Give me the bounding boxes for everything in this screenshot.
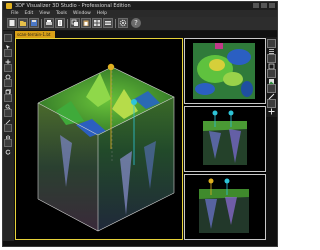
main-toolbar: ? (3, 17, 277, 31)
reset-icon[interactable] (4, 139, 12, 155)
title-bar[interactable]: 3DF Visualizer 3D Studio - Professional … (3, 2, 277, 10)
toolbar-separator (115, 19, 116, 28)
wand-icon[interactable] (4, 109, 12, 125)
maximize-button[interactable] (261, 3, 267, 8)
select-icon[interactable] (4, 34, 12, 50)
location-marker-cyan[interactable] (228, 110, 234, 116)
window-controls (253, 3, 275, 8)
new-icon[interactable] (7, 18, 17, 28)
tab-document-label: scan-terrain-1.bt (17, 32, 51, 37)
move-icon[interactable] (4, 49, 12, 65)
toolbar-separator (41, 19, 42, 28)
edit-icon[interactable] (267, 84, 276, 100)
open-icon[interactable] (18, 18, 28, 28)
close-button[interactable] (269, 3, 275, 8)
menu-tools[interactable]: Tools (53, 10, 70, 17)
grid-icon[interactable] (92, 18, 102, 28)
zoom-icon[interactable] (4, 94, 12, 110)
help-icon[interactable]: ? (131, 18, 141, 28)
minimize-button[interactable] (253, 3, 259, 8)
left-tool-palette (3, 31, 14, 241)
location-marker-yellow[interactable] (208, 178, 214, 184)
copy-icon[interactable] (70, 18, 80, 28)
save-icon[interactable] (29, 18, 39, 28)
profile-render (199, 178, 249, 233)
menu-bar: File Edit View Tools Window Help (3, 10, 277, 17)
document-icon[interactable] (55, 18, 65, 28)
cross-icon[interactable] (267, 99, 276, 115)
toolbar-separator (67, 19, 68, 28)
menu-edit[interactable]: Edit (22, 10, 37, 17)
menu-view[interactable]: View (36, 10, 53, 17)
location-marker-cyan[interactable] (131, 99, 137, 105)
location-marker-cyan[interactable] (212, 110, 218, 116)
3d-viewport[interactable] (15, 38, 183, 240)
location-marker-cyan[interactable] (224, 178, 230, 184)
app-window: 3DF Visualizer 3D Studio - Professional … (2, 1, 278, 247)
cube-icon[interactable] (4, 79, 12, 95)
view-icon[interactable] (267, 54, 276, 70)
rotate-icon[interactable] (4, 64, 12, 80)
paste-icon[interactable] (81, 18, 91, 28)
menu-window[interactable]: Window (70, 10, 94, 17)
gear-icon[interactable] (118, 18, 128, 28)
profile-view-1[interactable] (184, 106, 266, 172)
pan-icon[interactable] (4, 124, 12, 139)
list-icon[interactable] (267, 39, 276, 54)
top-view-map[interactable] (184, 38, 266, 104)
marker-region (215, 43, 223, 49)
image-icon[interactable] (267, 69, 276, 84)
help-glyph: ? (134, 19, 138, 27)
profile-render (203, 110, 247, 165)
menu-help[interactable]: Help (94, 10, 110, 17)
profile-view-2[interactable] (184, 174, 266, 240)
layers-icon[interactable] (103, 18, 113, 28)
heatmap-render (193, 43, 255, 99)
menu-file[interactable]: File (8, 10, 22, 17)
tab-document[interactable]: scan-terrain-1.bt (15, 31, 55, 38)
app-logo-icon (6, 3, 12, 9)
terrain-volume-render (37, 63, 175, 232)
window-title: 3DF Visualizer 3D Studio - Professional … (15, 3, 131, 9)
location-marker-yellow[interactable] (107, 63, 115, 71)
side-views-panel (184, 38, 266, 240)
right-tool-palette (266, 37, 277, 117)
print-icon[interactable] (44, 18, 54, 28)
